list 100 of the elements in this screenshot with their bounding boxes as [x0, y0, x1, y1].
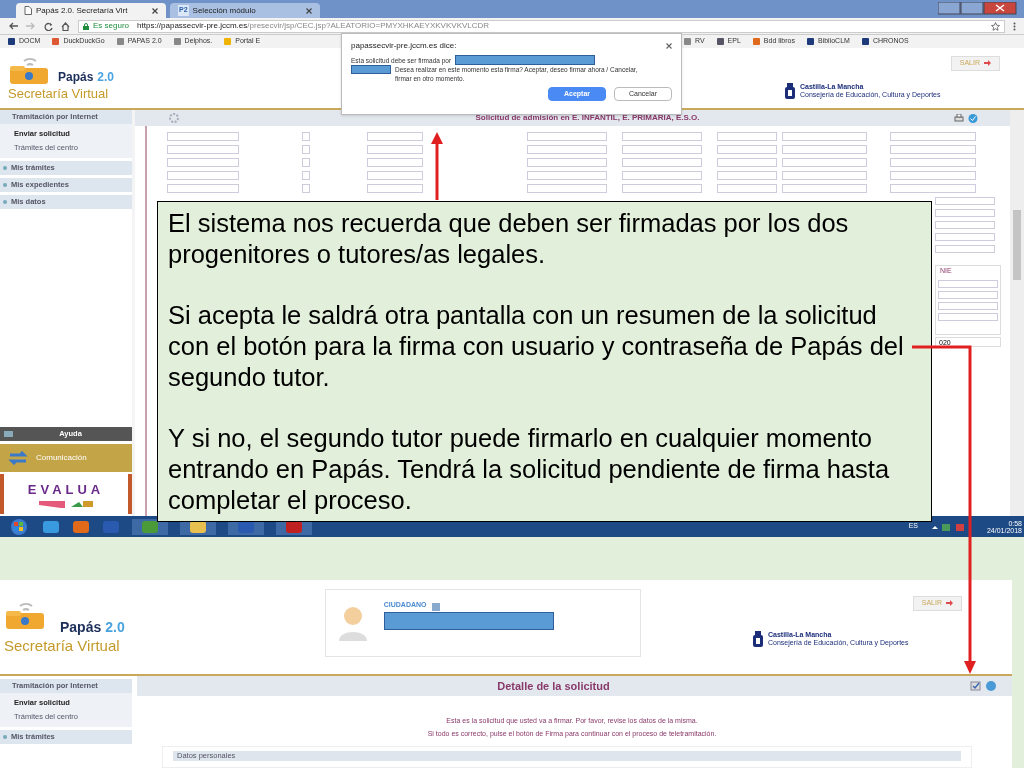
- menu-icon: [1013, 21, 1016, 31]
- address-field[interactable]: Es seguro https://papassecvir-pre.jccm.es/presecvir/jsp/CEC.jsp?ALEATORIO=PMYXHKAEYXKVKVKVLCDR: [78, 19, 1005, 33]
- input-field[interactable]: [938, 301, 998, 310]
- bookmark-icon: [173, 38, 181, 45]
- input-field[interactable]: [935, 233, 995, 241]
- input-field[interactable]: [367, 132, 423, 141]
- input-field[interactable]: [622, 145, 702, 154]
- input-field[interactable]: [717, 145, 777, 154]
- input-field[interactable]: [938, 279, 998, 288]
- input-field[interactable]: [367, 158, 423, 167]
- browser-tab[interactable]: Papás 2.0. Secretaría Virt: [16, 3, 166, 18]
- arrows-icon: [8, 451, 28, 465]
- bookmark-icon: [8, 38, 15, 45]
- input-field[interactable]: [938, 290, 998, 299]
- bookmark-icon: [861, 38, 869, 45]
- input-field[interactable]: [938, 312, 998, 321]
- bookmark-icon: [684, 38, 691, 45]
- coat-of-arms-icon: [784, 83, 796, 100]
- app-icon: [42, 518, 60, 535]
- input-field[interactable]: [167, 171, 239, 180]
- close-icon: [666, 43, 672, 49]
- bookmark-icon: [752, 38, 760, 45]
- page-icon: [24, 6, 32, 15]
- checkbox[interactable]: [302, 132, 310, 141]
- input-field[interactable]: [717, 184, 777, 193]
- close-icon: [152, 7, 158, 14]
- checkbox[interactable]: [302, 145, 310, 154]
- id-card-icon: [430, 600, 441, 611]
- check-icon: [968, 113, 978, 123]
- input-field[interactable]: [782, 158, 867, 167]
- input-field[interactable]: [527, 145, 607, 154]
- input-field[interactable]: [890, 184, 976, 193]
- evalua-banner[interactable]: EVALUA: [0, 474, 132, 514]
- bullet-icon: [3, 165, 7, 170]
- forward-icon: [26, 22, 36, 30]
- input-field[interactable]: [167, 184, 239, 193]
- input-field[interactable]: [890, 132, 976, 141]
- arrow-icon: [946, 600, 953, 607]
- input-field[interactable]: [367, 184, 423, 193]
- input-field[interactable]: [622, 171, 702, 180]
- input-field[interactable]: [935, 209, 995, 217]
- checkbox[interactable]: [302, 158, 310, 167]
- bookmark-icon: [224, 38, 232, 45]
- app-icon: [132, 518, 168, 535]
- checkbox[interactable]: [302, 184, 310, 193]
- input-field[interactable]: [890, 158, 976, 167]
- input-field[interactable]: [782, 132, 867, 141]
- circle-icon: [986, 681, 996, 691]
- input-field[interactable]: [367, 171, 423, 180]
- arrow-icon: [984, 60, 991, 67]
- reload-icon: [44, 21, 53, 31]
- close-icon: [306, 7, 312, 14]
- input-field[interactable]: [717, 132, 777, 141]
- input-field[interactable]: [935, 197, 995, 205]
- start-button-icon: [8, 517, 30, 536]
- bullet-icon: [3, 199, 7, 204]
- scrollbar[interactable]: [1010, 110, 1024, 516]
- loading-icon: [167, 113, 181, 123]
- checkbox[interactable]: [302, 171, 310, 180]
- input-field[interactable]: [367, 145, 423, 154]
- input-field[interactable]: [622, 132, 702, 141]
- input-field[interactable]: [527, 158, 607, 167]
- bookmark-icon: [807, 38, 814, 45]
- callout-text: Si acepta le saldrá otra pantalla con un resumen de la solicitud con el botón para la firma con usuario y contraseña de Papás del segundo tutor.: [168, 300, 905, 393]
- input-field[interactable]: [527, 171, 607, 180]
- coat-of-arms-icon: [752, 631, 764, 648]
- input-field[interactable]: [782, 145, 867, 154]
- input-field[interactable]: [935, 221, 995, 229]
- star-icon: [991, 21, 1000, 31]
- logo-subtitle: Secretaría Virtual: [8, 87, 109, 100]
- input-field[interactable]: [782, 184, 867, 193]
- sign-icon: [970, 681, 982, 691]
- scrollbar-thumb[interactable]: [1013, 210, 1021, 280]
- app-icon: [72, 518, 90, 535]
- input-field[interactable]: [622, 184, 702, 193]
- input-field[interactable]: [717, 171, 777, 180]
- pointer-arrow: [431, 132, 443, 200]
- input-field[interactable]: [167, 145, 239, 154]
- logo-title: Papás: [60, 620, 102, 634]
- logo-version: 2.0: [97, 71, 115, 83]
- back-icon: [8, 22, 18, 30]
- logo-title: Papás: [58, 71, 94, 83]
- input-field[interactable]: [717, 158, 777, 167]
- url-text: https://papassecvir-pre.jccm.es/presecvir/jsp/CEC.jsp?ALEATORIO=PMYXHKAEYXKVKVKVLCDR: [137, 20, 490, 32]
- page-title: Detalle de la solicitud: [496, 678, 611, 694]
- input-field[interactable]: [782, 171, 867, 180]
- input-field[interactable]: [527, 184, 607, 193]
- callout-text: Y si no, el segundo tutor puede firmarlo en cualquier momento entrando en Papás. Tendrá la solicitud pendiente de firma hasta completar el proceso.: [168, 423, 891, 516]
- input-field[interactable]: [890, 171, 976, 180]
- logo-subtitle: Secretaría Virtual: [4, 638, 120, 653]
- input-field[interactable]: [527, 132, 607, 141]
- input-field[interactable]: [890, 145, 976, 154]
- input-field[interactable]: [935, 245, 995, 253]
- home-icon: [61, 21, 70, 31]
- avatar-icon: [337, 605, 368, 641]
- input-field[interactable]: [622, 158, 702, 167]
- print-icon: [954, 114, 964, 122]
- logo-version: 2.0: [105, 620, 125, 634]
- input-field[interactable]: [167, 132, 239, 141]
- input-field[interactable]: [167, 158, 239, 167]
